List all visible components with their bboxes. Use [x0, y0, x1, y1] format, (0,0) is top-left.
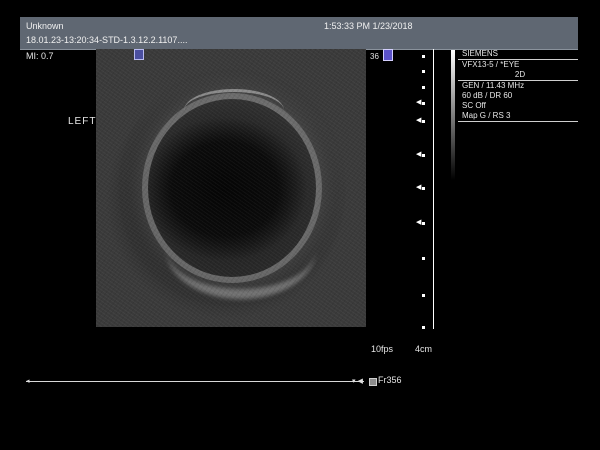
depth-tick [422, 70, 425, 73]
mode-text: 2D [458, 70, 578, 81]
focus-arrow-icon: ◀ [416, 151, 422, 158]
depth-tick [422, 326, 425, 329]
sc-text: SC Off [462, 101, 486, 110]
focus-arrow-icon: ◀ [416, 219, 422, 226]
depth-scale-label: 4cm [415, 344, 433, 354]
cine-end-marker-icon[interactable]: ▾ ◀ [352, 377, 363, 385]
speckle-texture [96, 49, 366, 327]
study-id: 18.01.23-13:20:34-STD-1.3.12.2.1107.... [26, 35, 188, 45]
exam-datetime: 1:53:33 PM 1/23/2018 [324, 21, 413, 31]
cine-timeline[interactable] [26, 381, 364, 382]
gain-range-text: 60 dB / DR 60 [462, 91, 513, 100]
depth-tick [422, 154, 425, 157]
focus-arrow-icon: ◀ [416, 184, 422, 191]
depth-tick [422, 294, 425, 297]
depth-number: 36 [370, 52, 379, 61]
transducer-text: VFX13-5 / *EYE [462, 60, 520, 69]
orientation-text: LEFT [68, 116, 97, 127]
depth-tick [422, 257, 425, 260]
patient-name: Unknown [26, 21, 64, 31]
depth-tick [422, 102, 425, 105]
info-panel: SIEMENS VFX13-5 / *EYE 2D GEN / 11.43 MH… [458, 49, 578, 122]
cine-start-marker-icon[interactable]: ◂ [26, 377, 30, 385]
focus-arrow-icon: ◀ [416, 117, 422, 124]
document-icon[interactable] [383, 49, 393, 61]
mechanical-index: MI: 0.7 [26, 51, 54, 61]
depth-tick [422, 55, 425, 58]
focus-arrow-icon: ◀ [416, 99, 422, 106]
ultrasound-image [96, 49, 366, 327]
depth-tick [422, 86, 425, 89]
frame-number: Fr356 [378, 375, 402, 385]
depth-tick [422, 120, 425, 123]
depth-tick [422, 222, 425, 225]
vendor-text: SIEMENS [458, 49, 578, 60]
frame-icon [369, 378, 377, 386]
frame-rate: 10fps [371, 344, 394, 354]
grayscale-bar [451, 50, 455, 180]
header-bar: Unknown 1:53:33 PM 1/23/2018 18.01.23-13… [20, 17, 578, 50]
frequency-text: GEN / 11.43 MHz [462, 81, 525, 90]
map-text: Map G / RS 3 [458, 111, 578, 122]
depth-scale-line [433, 49, 434, 329]
depth-tick [422, 187, 425, 190]
probe-orientation-marker-icon [134, 49, 144, 60]
